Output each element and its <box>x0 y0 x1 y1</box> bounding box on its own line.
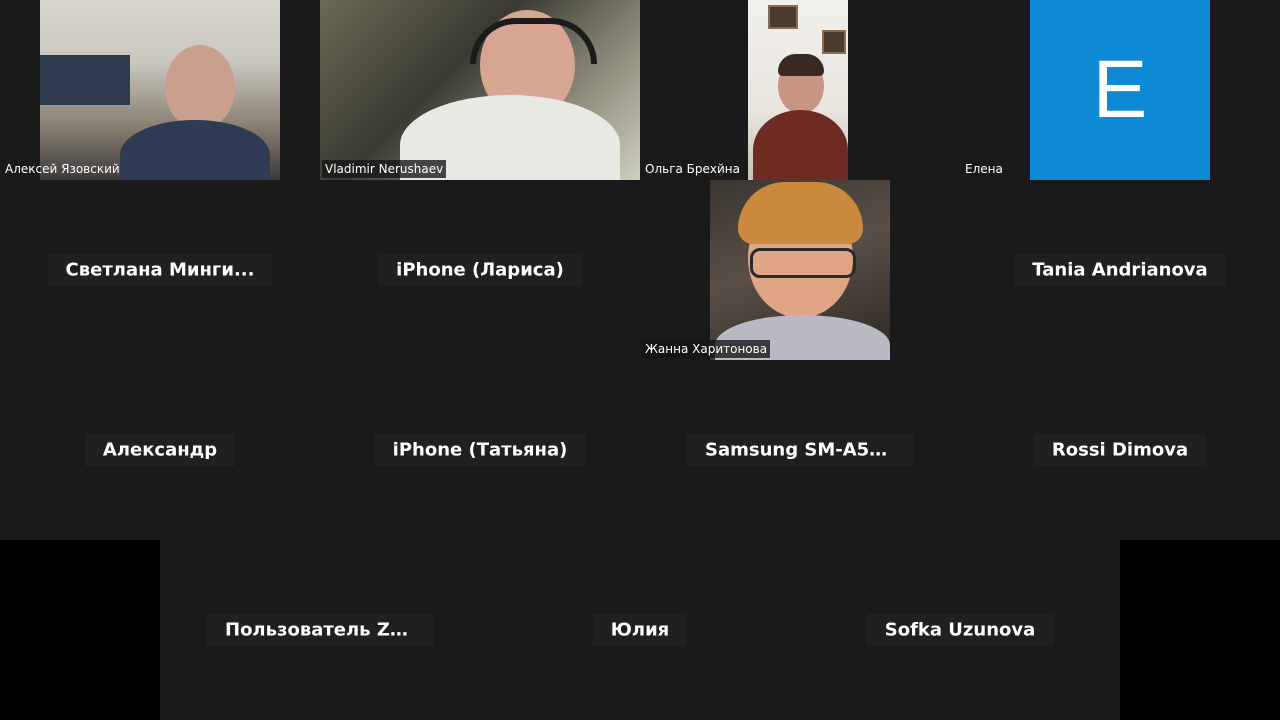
participant-tile-8[interactable]: Tania Andrianova <box>960 180 1280 360</box>
participant-name: iPhone (Татьяна) <box>374 433 586 467</box>
person-body <box>120 120 270 180</box>
participant-name: Rossi Dimova <box>1033 433 1207 467</box>
participant-tile-9[interactable]: Александр <box>0 360 320 540</box>
participant-tile-13[interactable]: Пользователь Zo... <box>160 540 480 720</box>
avatar-initial: E <box>1092 44 1148 135</box>
participant-name: Пользователь Zo... <box>207 613 433 647</box>
bottom-row-band: Пользователь Zo... Юлия Sofka Uzunova <box>0 540 1280 720</box>
participant-tile-6[interactable]: iPhone (Лариса) <box>320 180 640 360</box>
participant-tile-10[interactable]: iPhone (Татьяна) <box>320 360 640 540</box>
person-hair <box>738 182 863 244</box>
person-body <box>753 110 848 180</box>
participant-tile-11[interactable]: Samsung SM-A54... <box>640 360 960 540</box>
participant-tile-12[interactable]: Rossi Dimova <box>960 360 1280 540</box>
participant-tile-14[interactable]: Юлия <box>480 540 800 720</box>
participant-tile-3[interactable]: Ольга Брехйна <box>640 0 960 180</box>
participant-tile-4[interactable]: E Елена <box>960 0 1280 180</box>
participant-name: Алексей Язовский <box>5 162 120 176</box>
bottom-row: Пользователь Zo... Юлия Sofka Uzunova <box>160 540 1120 720</box>
participant-name: Юлия <box>592 613 688 647</box>
participant-tile-5[interactable]: Светлана Минги... <box>0 180 320 360</box>
participant-tile-7[interactable]: Жанна Харитонова <box>640 180 960 360</box>
glasses <box>750 248 856 278</box>
participant-video <box>748 0 848 180</box>
participant-name: Жанна Харитонова <box>642 340 771 358</box>
participant-name: Светлана Минги... <box>47 253 273 287</box>
participant-name: Tania Andrianova <box>1014 253 1226 287</box>
wall-frame <box>768 5 798 29</box>
gallery-grid: Алексей Язовский Vladimir Nerushaev Ольг… <box>0 0 1280 540</box>
participant-tile-1[interactable]: Алексей Язовский <box>0 0 320 180</box>
participant-name: iPhone (Лариса) <box>378 253 582 287</box>
participant-name: Vladimir Nerushaev <box>322 160 447 178</box>
participant-avatar: E <box>1030 0 1210 180</box>
participant-tile-15[interactable]: Sofka Uzunova <box>800 540 1120 720</box>
participant-name: Samsung SM-A54... <box>687 433 913 467</box>
wall-picture <box>40 55 130 105</box>
person-hair <box>778 54 824 76</box>
person-head <box>165 45 235 130</box>
participant-video <box>40 0 280 180</box>
headphones <box>470 18 597 64</box>
participant-name: Ольга Брехйна <box>645 162 740 176</box>
participant-name: Александр <box>84 433 236 467</box>
participant-name: Елена <box>965 162 1003 176</box>
participant-video <box>710 180 890 360</box>
participant-name: Sofka Uzunova <box>866 613 1054 647</box>
participant-tile-2[interactable]: Vladimir Nerushaev <box>320 0 640 180</box>
wall-frame <box>822 30 846 54</box>
participant-video <box>320 0 640 180</box>
